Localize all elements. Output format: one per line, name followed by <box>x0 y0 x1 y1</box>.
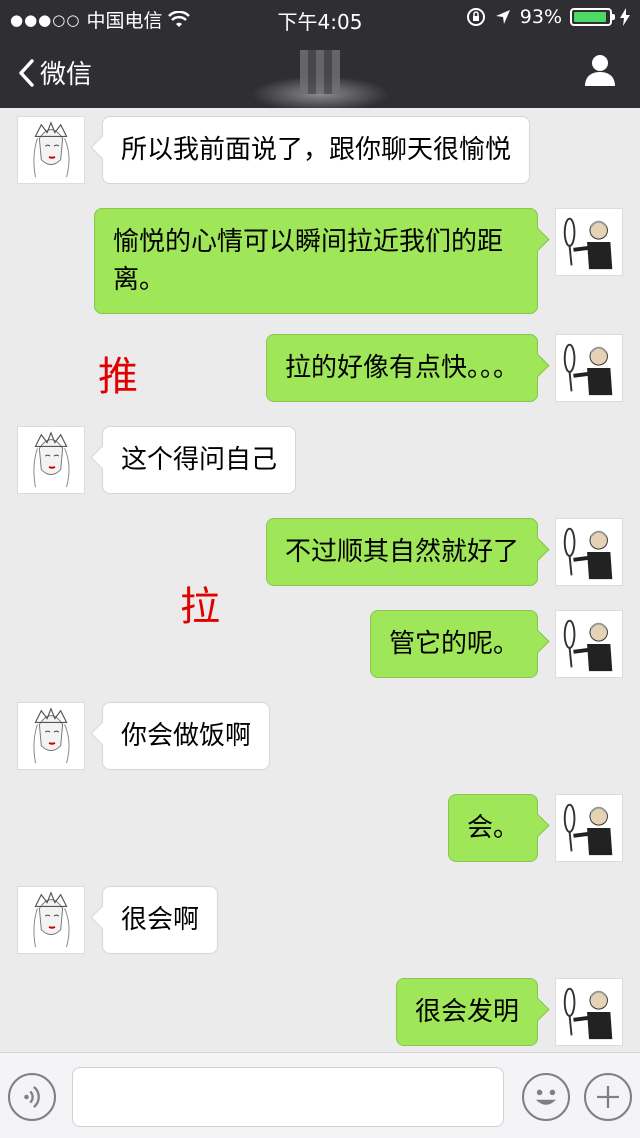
my-avatar[interactable] <box>555 208 623 276</box>
battery-fill <box>574 12 606 22</box>
rotation-lock-icon <box>466 8 485 26</box>
top-bar: ●●●○○ 中国电信 下午4:05 93% 微信 <box>0 0 640 112</box>
battery-icon <box>570 8 615 26</box>
contact-avatar[interactable] <box>17 886 85 954</box>
contact-avatar[interactable] <box>17 116 85 184</box>
voice-icon <box>24 1086 40 1108</box>
message-list[interactable]: 所以我前面说了，跟你聊天很愉悦 愉悦的心情可以瞬间拉近我们的距离。 推 拉的好像… <box>0 108 640 1052</box>
incoming-message[interactable]: 你会做饭啊 <box>102 702 271 770</box>
outgoing-message[interactable]: 很会发明 <box>395 978 538 1046</box>
chat-title-redacted <box>300 50 340 94</box>
outgoing-message[interactable]: 不过顺其自然就好了 <box>265 518 538 586</box>
incoming-message[interactable]: 很会啊 <box>102 886 219 954</box>
my-avatar[interactable] <box>555 794 623 862</box>
outgoing-message[interactable]: 管它的呢。 <box>369 610 538 678</box>
charging-icon <box>620 8 630 26</box>
plus-icon <box>597 1086 619 1108</box>
chevron-left-icon <box>19 58 34 87</box>
my-avatar[interactable] <box>555 334 623 402</box>
contact-avatar[interactable] <box>17 426 85 494</box>
input-bar <box>0 1052 640 1138</box>
emoji-icon <box>535 1089 557 1105</box>
status-bar: ●●●○○ 中国电信 下午4:05 93% <box>0 0 640 36</box>
location-icon <box>495 10 510 24</box>
annotation-pull: 拉 <box>180 584 220 630</box>
contact-avatar[interactable] <box>17 702 85 770</box>
voice-button[interactable] <box>8 1073 56 1121</box>
my-avatar[interactable] <box>555 978 623 1046</box>
incoming-message[interactable]: 所以我前面说了，跟你聊天很愉悦 <box>102 116 531 184</box>
outgoing-message[interactable]: 愉悦的心情可以瞬间拉近我们的距离。 <box>94 208 538 314</box>
annotation-push: 推 <box>98 354 138 400</box>
back-label: 微信 <box>40 60 93 90</box>
incoming-message[interactable]: 这个得问自己 <box>102 426 297 494</box>
emoji-button[interactable] <box>522 1073 570 1121</box>
outgoing-message[interactable]: 会。 <box>447 794 538 862</box>
my-avatar[interactable] <box>555 610 623 678</box>
back-button[interactable]: 微信 <box>16 54 92 91</box>
navigation-bar: 微信 <box>0 36 640 112</box>
battery-percent: 93% <box>519 6 562 28</box>
my-avatar[interactable] <box>555 518 623 586</box>
message-input[interactable] <box>72 1067 504 1127</box>
more-button[interactable] <box>584 1073 632 1121</box>
outgoing-message[interactable]: 拉的好像有点快。。。 <box>265 334 538 402</box>
contact-info-icon[interactable] <box>582 52 618 88</box>
